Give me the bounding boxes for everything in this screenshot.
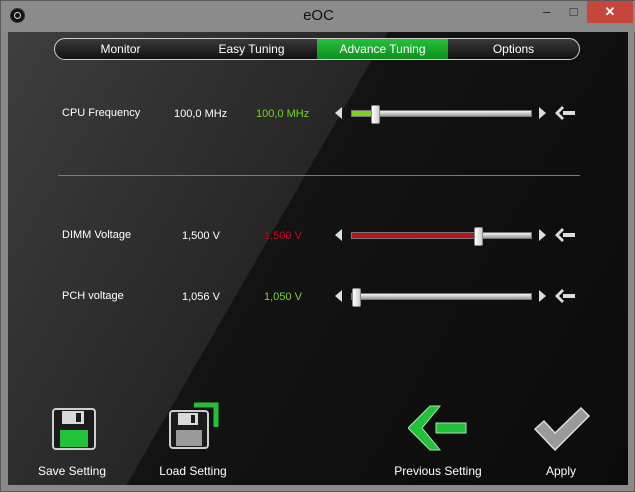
close-button[interactable]: ✕	[587, 1, 633, 23]
cpu-frequency-slider-thumb[interactable]	[370, 105, 380, 124]
dimm-voltage-slider-fill	[352, 233, 479, 238]
arrow-back-green-icon[interactable]	[408, 405, 470, 451]
pch-voltage-target: 1,050 V	[264, 291, 302, 303]
title-bar: eOC – □ ✕	[1, 1, 635, 32]
maximize-button[interactable]: □	[560, 1, 587, 23]
tab-options[interactable]: Options	[448, 39, 579, 59]
cpu-increase-arrow-icon[interactable]	[539, 107, 546, 119]
dimm-voltage-current: 1,500 V	[182, 230, 220, 242]
save-setting-button[interactable]: Save Setting	[32, 464, 112, 478]
dimm-voltage-target: 1,500 V	[264, 230, 302, 242]
cpu-frequency-target: 100,0 MHz	[256, 108, 310, 120]
pch-voltage-slider-thumb[interactable]	[352, 288, 361, 307]
tab-bar: Monitor Easy Tuning Advance Tuning Optio…	[54, 38, 580, 60]
dimm-voltage-label: DIMM Voltage	[62, 229, 132, 241]
dimm-voltage-slider[interactable]	[351, 227, 532, 246]
tab-advance-tuning[interactable]: Advance Tuning	[317, 39, 448, 59]
minimize-button[interactable]: –	[533, 1, 560, 23]
dimm-increase-arrow-icon[interactable]	[539, 229, 546, 241]
tab-easy-tuning[interactable]: Easy Tuning	[186, 39, 317, 59]
floppy-disk-green-icon[interactable]	[52, 408, 96, 450]
cpu-decrease-arrow-icon[interactable]	[335, 107, 342, 119]
floppy-disk-load-icon[interactable]	[168, 399, 222, 450]
previous-setting-button[interactable]: Previous Setting	[386, 464, 490, 478]
load-setting-button[interactable]: Load Setting	[153, 464, 233, 478]
pch-voltage-label: PCH voltage	[62, 290, 124, 302]
pch-increase-arrow-icon[interactable]	[539, 290, 546, 302]
pch-decrease-arrow-icon[interactable]	[335, 290, 342, 302]
dimm-voltage-slider-thumb[interactable]	[474, 227, 484, 246]
cpu-frequency-label: CPU Frequency	[62, 107, 141, 119]
main-panel: Monitor Easy Tuning Advance Tuning Optio…	[8, 32, 628, 485]
pch-voltage-slider[interactable]	[351, 288, 532, 307]
dimm-reset-arrow-icon[interactable]	[555, 228, 575, 242]
checkmark-icon[interactable]	[533, 407, 591, 451]
cpu-frequency-slider[interactable]	[351, 105, 532, 124]
pch-voltage-current: 1,056 V	[182, 291, 220, 303]
apply-button[interactable]: Apply	[528, 464, 594, 478]
cpu-reset-arrow-icon[interactable]	[555, 106, 575, 120]
cpu-frequency-current: 100,0 MHz	[174, 108, 228, 120]
app-window: eOC – □ ✕ Monitor Easy Tuning Advance Tu…	[0, 0, 635, 492]
tab-monitor[interactable]: Monitor	[55, 39, 186, 59]
dimm-decrease-arrow-icon[interactable]	[335, 229, 342, 241]
pch-reset-arrow-icon[interactable]	[555, 289, 575, 303]
section-divider	[58, 175, 580, 176]
